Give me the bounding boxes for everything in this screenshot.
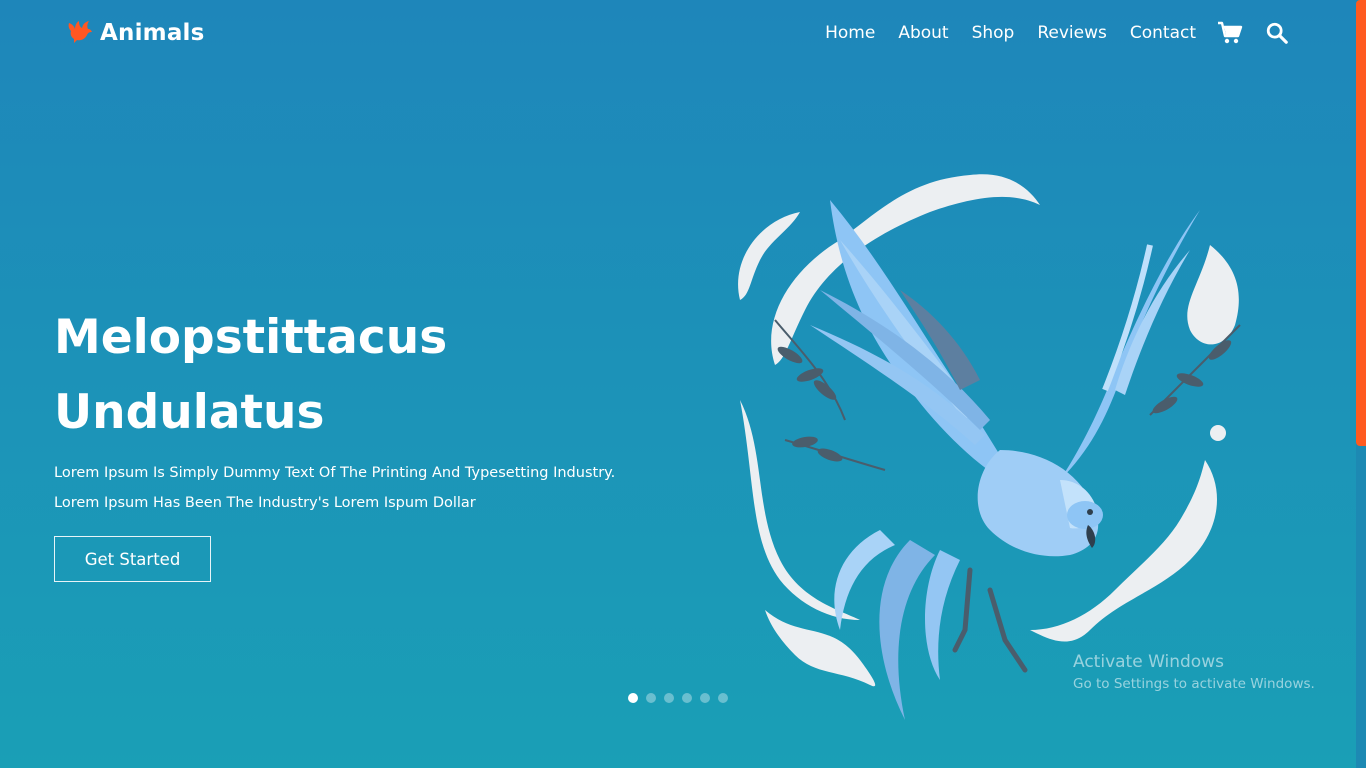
windows-activation-watermark: Activate Windows Go to Settings to activ… [1073,652,1315,692]
hero-description-line-2: Lorem Ipsum Has Been The Industry's Lore… [54,495,476,511]
nav-home[interactable]: Home [825,23,875,43]
carousel-dot-3[interactable] [664,693,674,703]
nav-about[interactable]: About [898,23,948,43]
carousel-dot-5[interactable] [700,693,710,703]
nav-contact[interactable]: Contact [1130,23,1196,43]
brand-logo[interactable]: Animals [66,17,205,49]
carousel-dots [628,693,728,703]
carousel-dot-4[interactable] [682,693,692,703]
search-icon[interactable] [1264,20,1290,46]
nav-shop[interactable]: Shop [972,23,1015,43]
site-header: Animals Home About Shop Reviews Contact [0,0,1366,68]
carousel-dot-2[interactable] [646,693,656,703]
scrollbar-thumb[interactable] [1356,0,1366,446]
nav-reviews[interactable]: Reviews [1037,23,1107,43]
hero-title-line-2: Undulatus [54,385,325,440]
carousel-dot-1[interactable] [628,693,638,703]
hero-description-line-1: Lorem Ipsum Is Simply Dummy Text Of The … [54,465,616,481]
main-nav: Home About Shop Reviews Contact [802,20,1290,46]
carousel-dot-6[interactable] [718,693,728,703]
hero-title: Melopstittacus Undulatus [54,300,447,450]
watermark-subtitle: Go to Settings to activate Windows. [1073,676,1315,692]
hero-title-line-1: Melopstittacus [54,310,448,365]
page-scrollbar[interactable] [1356,0,1366,768]
hero-description: Lorem Ipsum Is Simply Dummy Text Of The … [54,458,615,518]
get-started-button[interactable]: Get Started [54,536,211,582]
watermark-title: Activate Windows [1073,652,1224,672]
bird-icon [66,17,94,49]
cart-icon[interactable] [1217,20,1243,46]
brand-name: Animals [100,20,205,46]
